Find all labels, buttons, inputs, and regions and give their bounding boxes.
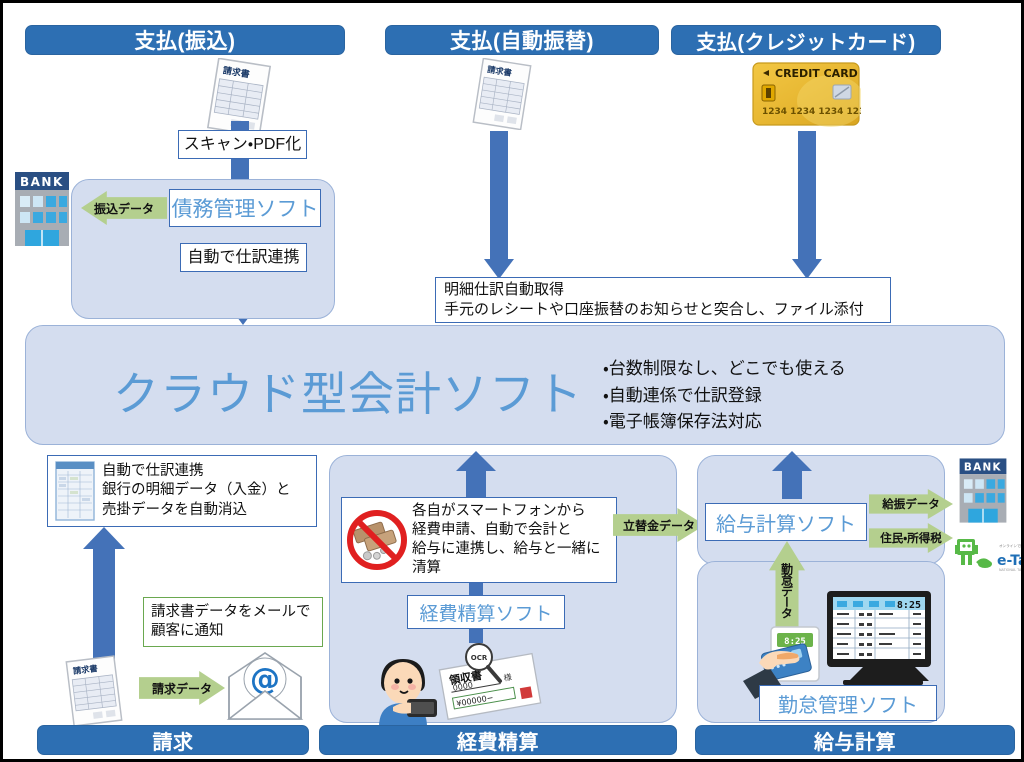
callout-text: 各自がスマートフォンから 経費申請、自動で会計と 給与に連携し、給与と一緒に 清… (412, 502, 601, 577)
software-expense-settlement: 経費精算ソフト (407, 595, 565, 629)
cloud-accounting-bullets: ・台数制限なし、どこでも使える ・自動連係で仕訳登録 ・電子帳簿保存法対応 (603, 351, 933, 441)
callout-expense-description: 各自がスマートフォンから 経費申請、自動で会計と 給与に連携し、給与と一緒に 清… (341, 497, 617, 583)
callout-auto-journal-link: 自動で仕訳連携 (180, 243, 307, 272)
green-arrow-label: 振込データ (93, 201, 154, 216)
software-label: 債務管理ソフト (171, 198, 319, 221)
arrow-autodebit-to-detail (481, 131, 517, 279)
svg-text:8:25: 8:25 (897, 600, 921, 611)
green-arrow-label: 住民・所得税 (880, 533, 942, 545)
header-pill-pay-creditcard: 支払(クレジットカード) (671, 25, 941, 55)
svg-text:BANK: BANK (20, 175, 64, 189)
svg-text:オンラインで国税申告: オンラインで国税申告 (999, 543, 1024, 548)
callout-text: スキャン・PDF化 (183, 135, 302, 153)
software-payroll-calc: 給与計算ソフト (705, 503, 867, 541)
svg-text:e-Tax: e-Tax (997, 553, 1024, 569)
footer-pill-label: 経費精算 (457, 731, 539, 754)
header-pill-label: 支払(振込) (134, 30, 236, 53)
footer-pill-label: 請求 (152, 731, 194, 754)
cloud-title-text: クラウド型会計ソフト (113, 368, 583, 420)
attendance-terminal-illustration: 8:25 8:25 (743, 589, 939, 699)
etax-logo-icon: e-Tax オンラインで国税申告 NATIONAL TAX AGENCY (953, 533, 1024, 573)
green-arrow-invoice-data: 請求データ (139, 671, 225, 705)
software-attendance-mgmt: 勤怠管理ソフト (759, 685, 937, 721)
callout-invoice-mail: 請求書データをメールで 顧客に通知 (143, 597, 323, 647)
green-arrow-label: 請求データ (151, 681, 212, 696)
software-label: 給与計算ソフト (716, 513, 856, 536)
no-cash-icon (346, 509, 408, 571)
bank-building-icon: BANK (11, 168, 73, 258)
svg-text:NATIONAL TAX AGENCY: NATIONAL TAX AGENCY (999, 568, 1024, 572)
svg-text:CREDIT CARD: CREDIT CARD (775, 67, 858, 80)
callout-text: 自動で仕訳連携 銀行の明細データ（入金）と 売掛データを自動消込 (102, 463, 291, 518)
svg-text:OCR: OCR (471, 654, 488, 662)
svg-text:様: 様 (503, 672, 513, 683)
header-pill-pay-autodebit: 支払(自動振替) (385, 25, 659, 55)
ledger-sheet-icon (52, 460, 98, 522)
header-pill-pay-transfer: 支払(振込) (25, 25, 345, 55)
svg-text:1234 1234 1234 1234: 1234 1234 1234 1234 (762, 107, 861, 117)
software-label: 勤怠管理ソフト (778, 694, 918, 717)
header-pill-label: 支払(クレジットカード) (696, 31, 916, 54)
callout-bank-reconcile: 自動で仕訳連携 銀行の明細データ（入金）と 売掛データを自動消込 (47, 455, 317, 527)
footer-pill-label: 給与計算 (814, 731, 896, 754)
diagram-canvas: 支払(振込) 支払(自動振替) 支払(クレジットカード) 請求書 請求書 CRE… (0, 0, 1024, 762)
callout-text: 請求書データをメールで 顧客に通知 (151, 603, 311, 639)
header-pill-label: 支払(自動振替) (450, 30, 594, 53)
software-debt-management: 債務管理ソフト (169, 189, 321, 227)
receipt-ocr-illustration: 領収書 0000 様 ¥00000− OCR (373, 639, 553, 727)
callout-text: 自動で仕訳連携 (187, 248, 300, 266)
credit-card-icon: CREDIT CARD 1234 1234 1234 1234 (751, 61, 872, 127)
svg-text:BANK: BANK (964, 462, 1002, 474)
footer-pill-billing: 請求 (37, 725, 309, 755)
green-arrow-label: 立替金データ (622, 518, 695, 533)
callout-scan-pdf: スキャン・PDF化 (178, 130, 307, 159)
invoice-document-icon: 請求書 (59, 655, 129, 727)
callout-text: 明細仕訳自動取得 手元のレシートや口座振替のお知らせと突合し、ファイル添付 (444, 281, 864, 318)
email-envelope-icon: @ (223, 649, 307, 723)
cloud-accounting-title: クラウド型会計ソフト (113, 361, 582, 421)
arrow-creditcard-to-detail (789, 131, 825, 279)
footer-pill-expense: 経費精算 (319, 725, 677, 755)
callout-detail-auto-acquisition: 明細仕訳自動取得 手元のレシートや口座振替のお知らせと突合し、ファイル添付 (435, 277, 891, 323)
invoice-document-icon: 請求書 (467, 57, 537, 131)
software-label: 経費精算ソフト (419, 603, 553, 625)
arrow-payroll-to-cloud (771, 451, 813, 499)
green-arrow-label: 給振データ (882, 499, 940, 511)
arrow-billing-to-cloud (83, 527, 125, 667)
cloud-bullets-text: ・台数制限なし、どこでも使える ・自動連係で仕訳登録 ・電子帳簿保存法対応 (603, 359, 846, 432)
arrow-expense-to-cloud (455, 451, 497, 499)
footer-pill-payroll: 給与計算 (695, 725, 1015, 755)
bank-building-icon: BANK (955, 455, 1011, 533)
